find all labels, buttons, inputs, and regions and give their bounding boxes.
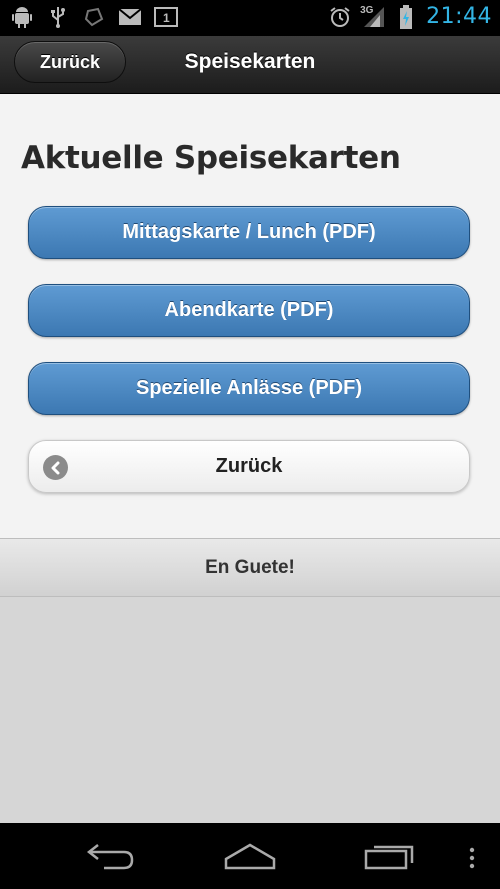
- usb-icon: [46, 5, 70, 29]
- home-icon[interactable]: [224, 841, 276, 876]
- chevron-left-icon: [43, 455, 68, 480]
- page-title: Aktuelle Speisekarten: [21, 140, 401, 176]
- footer-bar: En Guete!: [0, 538, 500, 597]
- dinner-menu-button[interactable]: Abendkarte (PDF): [28, 284, 470, 337]
- lunch-menu-button[interactable]: Mittagskarte / Lunch (PDF): [28, 206, 470, 259]
- special-events-label: Spezielle Anlässe (PDF): [136, 377, 362, 399]
- back-button[interactable]: Zurück: [28, 440, 470, 493]
- sync-icon: [82, 5, 106, 29]
- android-debug-icon: [10, 5, 34, 29]
- back-button-label: Zurück: [215, 455, 283, 477]
- main-content: Aktuelle Speisekarten Mittagskarte / Lun…: [0, 94, 500, 538]
- notification-icons: 1: [10, 5, 178, 29]
- app-header: Zurück Speisekarten: [0, 36, 500, 94]
- special-events-button[interactable]: Spezielle Anlässe (PDF): [28, 362, 470, 415]
- signal-icon: 3G: [360, 5, 386, 29]
- system-nav-bar: [0, 823, 500, 889]
- back-icon[interactable]: [86, 841, 136, 876]
- recent-apps-icon[interactable]: [364, 841, 416, 876]
- menu-icon[interactable]: [468, 847, 476, 874]
- clock: 21:44: [426, 4, 492, 29]
- battery-icon: [394, 4, 418, 29]
- lunch-menu-label: Mittagskarte / Lunch (PDF): [122, 221, 376, 243]
- calendar-day: 1: [163, 11, 170, 25]
- page-header-title: Speisekarten: [184, 50, 316, 73]
- mail-icon: [118, 5, 142, 29]
- status-bar: 1 3G 21:44: [0, 0, 500, 36]
- footer-text: En Guete!: [205, 556, 295, 578]
- dinner-menu-label: Abendkarte (PDF): [164, 299, 334, 321]
- network-type: 3G: [360, 4, 374, 16]
- calendar-icon: 1: [154, 5, 178, 29]
- alarm-icon: [328, 5, 352, 29]
